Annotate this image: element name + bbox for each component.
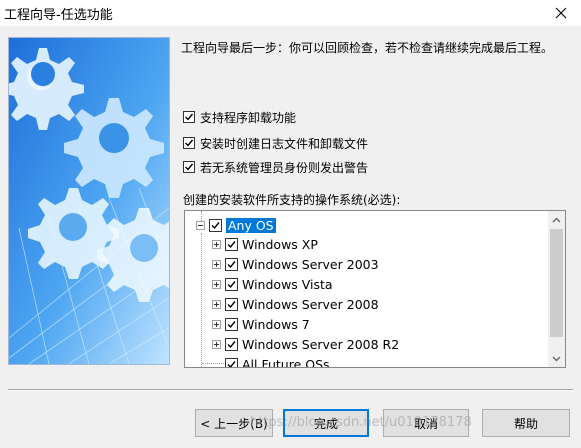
tree-item-label: Windows Server 2008 R2: [242, 336, 400, 352]
tree-item-windows-xp[interactable]: Windows XP: [212, 234, 318, 254]
os-section-label: 创建的安装软件所支持的操作系统(必选):: [183, 193, 401, 207]
expand-icon[interactable]: [212, 259, 221, 269]
check-icon: [185, 139, 194, 147]
tree-item-label: Windows Server 2008: [242, 296, 379, 312]
tree-item-label: Any OS: [226, 217, 276, 233]
tree-checkbox[interactable]: [225, 237, 238, 251]
check-icon: [185, 113, 194, 121]
tree-item-windows-vista[interactable]: Windows Vista: [212, 274, 333, 294]
tree-item-label: Windows 7: [242, 316, 310, 332]
tree-connector: [201, 233, 202, 367]
expand-icon[interactable]: [212, 319, 221, 329]
option-admin-warning-checkbox[interactable]: [183, 161, 195, 173]
back-button[interactable]: < 上一步(B): [195, 409, 273, 437]
tree-checkbox[interactable]: [209, 218, 222, 232]
tree-item-label: Windows Server 2003: [242, 256, 379, 272]
finish-button[interactable]: 完成: [283, 409, 369, 437]
scroll-thumb[interactable]: [550, 229, 563, 337]
tree-checkbox[interactable]: [225, 257, 238, 271]
expand-icon[interactable]: [212, 279, 221, 289]
option-admin-warning-label: 若无系统管理员身份则发出警告: [200, 160, 369, 175]
tree-item-windows-server-2003[interactable]: Windows Server 2003: [212, 254, 379, 274]
tree-checkbox[interactable]: [225, 277, 238, 291]
tree-item-windows-server-2008[interactable]: Windows Server 2008: [212, 294, 379, 314]
option-uninstall[interactable]: 支持程序卸载功能: [183, 109, 296, 125]
tree-item-label: Windows XP: [242, 236, 318, 252]
tree-checkbox[interactable]: [225, 317, 238, 331]
tree-connector: [202, 363, 224, 364]
footer-divider: [8, 389, 573, 391]
tree-item-all-future-oss[interactable]: All Future OSs: [225, 354, 330, 368]
option-admin-warning[interactable]: 若无系统管理员身份则发出警告: [183, 159, 368, 175]
close-icon: [555, 7, 567, 19]
check-icon: [227, 320, 236, 328]
wizard-side-image: [8, 37, 170, 365]
title-bar: 工程向导-任选功能: [0, 0, 581, 26]
cancel-button[interactable]: 取消: [383, 409, 469, 437]
tree-item-any-os[interactable]: Any OS: [196, 215, 276, 235]
expand-icon[interactable]: [212, 299, 221, 309]
check-icon: [227, 240, 236, 248]
tree-checkbox[interactable]: [225, 337, 238, 351]
tree-item-label: All Future OSs: [242, 356, 330, 368]
chevron-up-icon: [552, 217, 561, 222]
tree-scrollbar[interactable]: [548, 211, 565, 367]
close-button[interactable]: [541, 0, 581, 26]
option-uninstall-label: 支持程序卸载功能: [200, 110, 297, 125]
tree-item-windows-7[interactable]: Windows 7: [212, 314, 310, 334]
intro-text: 工程向导最后一步：你可以回顾检查，若不检查请继续完成最后工程。: [181, 41, 554, 55]
tree-checkbox[interactable]: [225, 297, 238, 311]
check-icon: [227, 340, 236, 348]
tree-checkbox[interactable]: [225, 357, 238, 367]
check-icon: [185, 163, 194, 171]
expand-icon[interactable]: [212, 239, 221, 249]
check-icon: [227, 300, 236, 308]
chevron-down-icon: [552, 356, 561, 361]
check-icon: [227, 360, 236, 367]
scroll-up-button[interactable]: [548, 211, 565, 228]
option-log-files-label: 安装时创建日志文件和卸载文件: [200, 136, 369, 151]
tree-item-windows-server-2008-r2[interactable]: Windows Server 2008 R2: [212, 334, 399, 354]
check-icon: [227, 280, 236, 288]
window-title: 工程向导-任选功能: [4, 8, 113, 23]
option-log-files[interactable]: 安装时创建日志文件和卸载文件: [183, 135, 368, 151]
expand-icon[interactable]: [212, 339, 221, 349]
option-uninstall-checkbox[interactable]: [183, 111, 195, 123]
check-icon: [227, 260, 236, 268]
scroll-down-button[interactable]: [548, 350, 565, 367]
help-button[interactable]: 帮助: [482, 409, 570, 437]
option-log-files-checkbox[interactable]: [183, 137, 195, 149]
collapse-icon[interactable]: [196, 220, 205, 230]
os-tree[interactable]: Any OS Windows XP Windows Server 2003 Wi…: [184, 210, 566, 368]
tree-item-label: Windows Vista: [242, 276, 333, 292]
check-icon: [211, 221, 220, 229]
